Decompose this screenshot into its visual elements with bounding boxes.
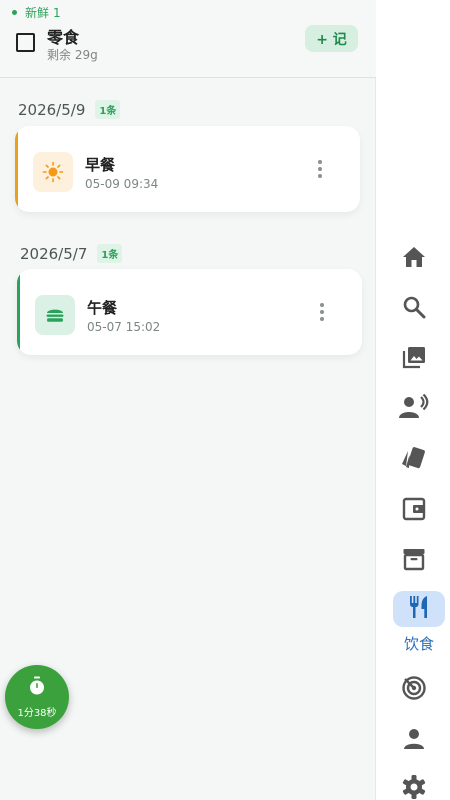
- group-date: 2026/5/9: [18, 100, 86, 119]
- fresh-label: 新鲜: [25, 6, 50, 20]
- item-header: 新鲜 1 零食 剩余 29g + 记: [0, 0, 376, 78]
- entry-time: 05-09 09:34: [85, 177, 159, 191]
- more-options-icon[interactable]: [318, 160, 322, 178]
- voice-person-icon[interactable]: [394, 391, 434, 423]
- gear-icon[interactable]: [394, 771, 434, 800]
- fresh-indicator: 新鲜 1: [12, 4, 61, 21]
- burger-icon: [35, 295, 75, 335]
- food-nav-label: 饮食: [403, 635, 434, 653]
- group-count-badge: 1条: [95, 100, 121, 119]
- date-group-header: 2026/5/7 1条: [20, 244, 123, 263]
- nav-rail: 饮食: [376, 0, 450, 800]
- group-count-badge: 1条: [97, 244, 123, 263]
- item-remaining: 剩余 29g: [47, 48, 98, 62]
- item-checkbox[interactable]: [16, 33, 35, 52]
- date-group-header: 2026/5/9 1条: [18, 100, 121, 119]
- fresh-count: 1: [53, 5, 61, 20]
- sun-icon: [33, 152, 73, 192]
- fresh-dot: [12, 10, 17, 15]
- meal-entry-card[interactable]: 早餐 05-09 09:34: [15, 126, 360, 212]
- person-icon[interactable]: [394, 723, 434, 755]
- search-icon[interactable]: [394, 291, 434, 323]
- meal-entry-card[interactable]: 午餐 05-07 15:02: [17, 269, 362, 355]
- group-date: 2026/5/7: [20, 244, 88, 263]
- food-nav-item[interactable]: [393, 591, 445, 627]
- card-accent-stripe: [15, 126, 18, 212]
- stopwatch-icon: [28, 676, 46, 700]
- home-icon[interactable]: [394, 241, 434, 273]
- archive-icon[interactable]: [394, 543, 434, 575]
- entry-title: 午餐: [87, 299, 118, 317]
- entry-time: 05-07 15:02: [87, 320, 161, 334]
- gallery-icon[interactable]: [394, 341, 434, 373]
- entry-title: 早餐: [85, 156, 116, 174]
- cards-icon[interactable]: [394, 442, 434, 474]
- item-name: 零食: [47, 28, 80, 47]
- radar-icon[interactable]: [394, 672, 434, 704]
- fork-knife-icon: [406, 594, 432, 624]
- card-accent-stripe: [17, 269, 20, 355]
- timer-label: 1分38秒: [17, 707, 57, 719]
- more-options-icon[interactable]: [320, 303, 324, 321]
- wallet-icon[interactable]: [394, 493, 434, 525]
- add-record-button[interactable]: + 记: [305, 25, 358, 52]
- timer-button[interactable]: 1分38秒: [5, 665, 69, 729]
- main-panel: 新鲜 1 零食 剩余 29g + 记 2026/5/9 1条 早餐 05-09: [0, 0, 376, 800]
